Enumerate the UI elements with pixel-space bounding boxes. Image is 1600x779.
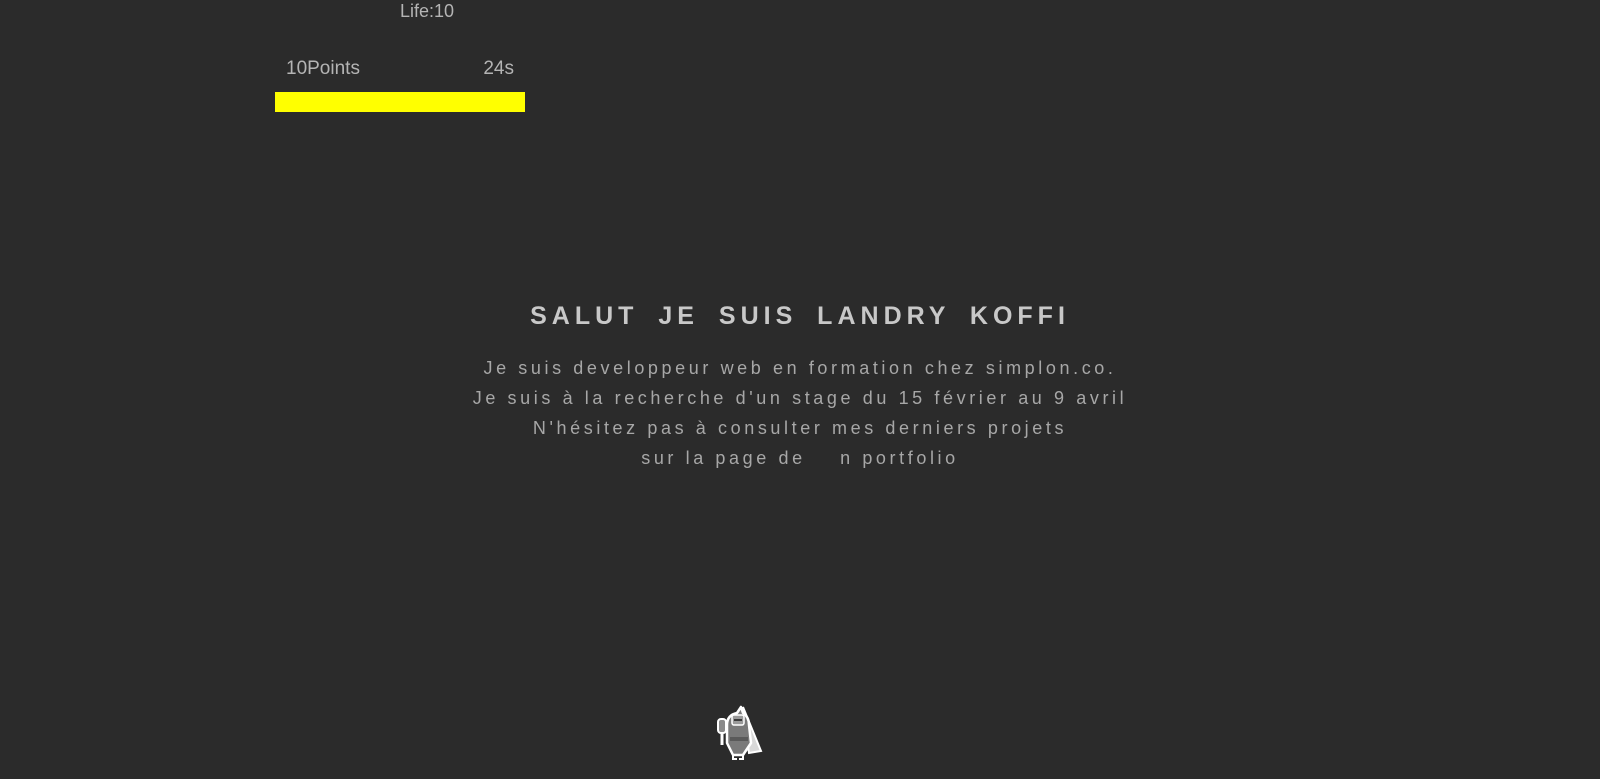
- intro-lines: Je suis developpeur web en formation che…: [0, 353, 1600, 473]
- game-stage[interactable]: Life:10 10Points 24s SALUT JE SUIS LANDR…: [0, 0, 1600, 779]
- timer-bar-fill: [275, 92, 525, 112]
- intro-line: N'hésitez pas à consulter mes derniers p…: [532, 418, 1068, 438]
- intro-section: SALUT JE SUIS LANDRY KOFFI Je suis devel…: [0, 302, 1600, 473]
- points-counter: 10Points: [286, 58, 360, 79]
- life-counter: Life:10: [400, 1, 455, 21]
- intro-line: sur la page de n portfolio: [641, 448, 959, 468]
- score-row: 10Points 24s: [286, 58, 514, 80]
- intro-title: SALUT JE SUIS LANDRY KOFFI: [530, 302, 1070, 330]
- time-counter: 24s: [483, 58, 514, 79]
- timer-bar: [275, 92, 525, 112]
- intro-line: Je suis à la recherche d'un stage du 15 …: [472, 388, 1128, 408]
- knight-icon[interactable]: [713, 703, 767, 761]
- intro-line: Je suis developpeur web en formation che…: [483, 358, 1117, 378]
